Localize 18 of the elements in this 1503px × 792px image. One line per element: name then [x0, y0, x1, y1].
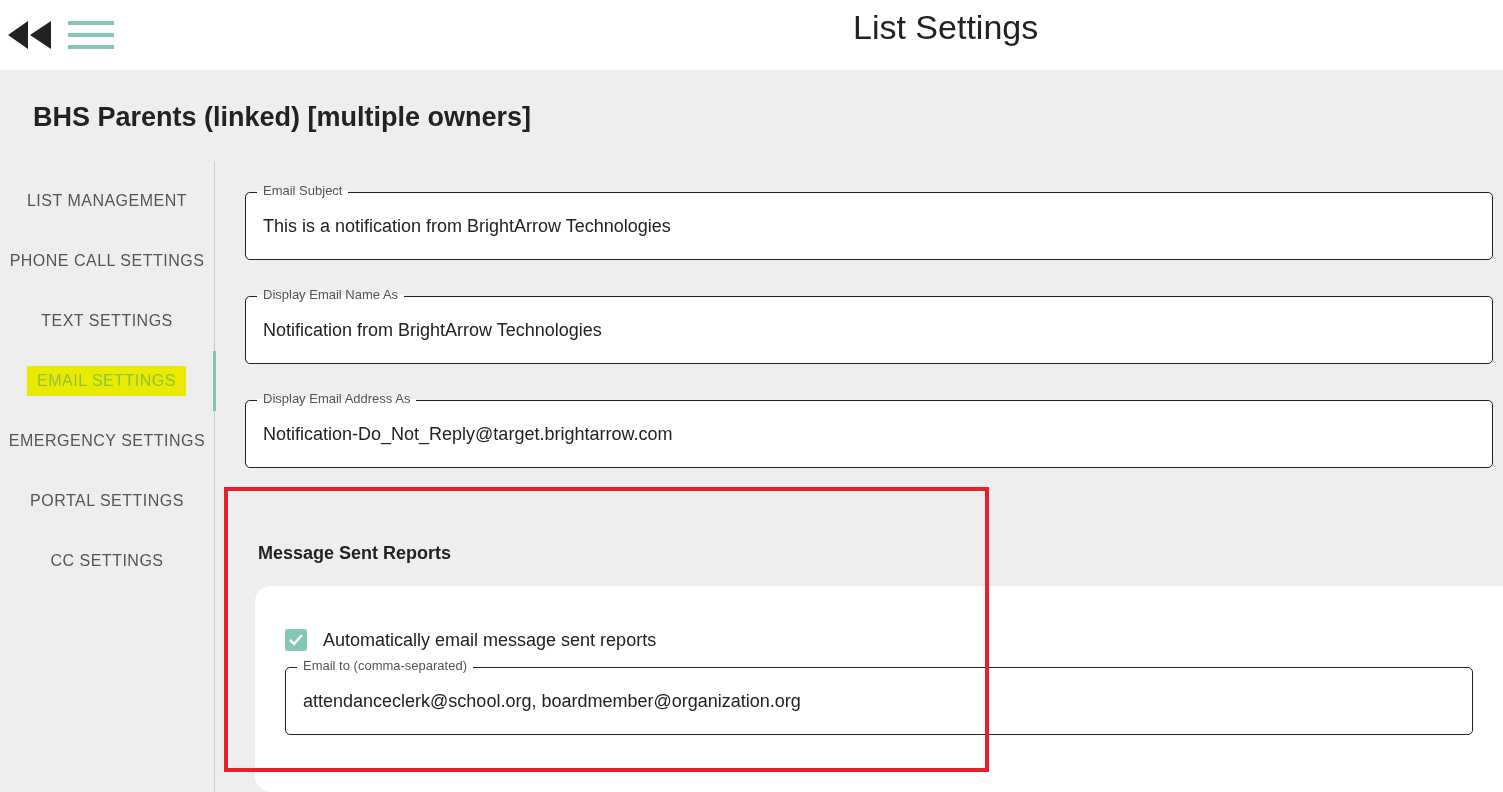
field-label: Email to (comma-separated)	[297, 658, 473, 674]
checkbox-label: Automatically email message sent reports	[323, 629, 657, 651]
field-label: Email Subject	[257, 183, 349, 199]
section-heading: Message Sent Reports	[258, 543, 452, 564]
check-icon	[288, 633, 304, 647]
checkbox[interactable]	[285, 629, 307, 651]
field-label: Display Email Name As	[257, 287, 405, 303]
sidebar-item[interactable]: LIST MANAGEMENT	[16, 186, 198, 216]
rewind-icon[interactable]	[8, 19, 52, 51]
page-title: List Settings	[853, 8, 1039, 47]
sidebar-item[interactable]: CC SETTINGS	[40, 546, 174, 576]
sidebar-item[interactable]: PORTAL SETTINGS	[20, 486, 194, 516]
list-title: BHS Parents (linked) [multiple owners]	[33, 102, 532, 133]
sidebar-item[interactable]: PHONE CALL SETTINGS	[0, 246, 215, 276]
menu-icon[interactable]	[68, 19, 114, 51]
field-label: Display Email Address As	[257, 391, 417, 407]
sidebar-item[interactable]: TEXT SETTINGS	[31, 306, 183, 336]
sidebar-item[interactable]: EMERGENCY SETTINGS	[0, 426, 216, 456]
